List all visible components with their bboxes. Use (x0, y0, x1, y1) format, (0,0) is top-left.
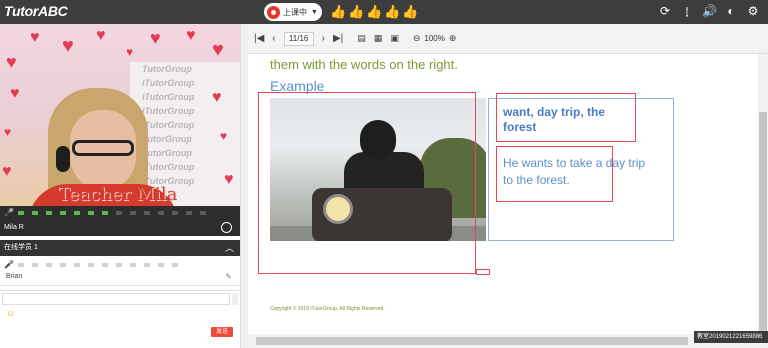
thumbs-up-group: 👍 👍 👍 👍 👍 (330, 4, 418, 19)
slide-canvas[interactable]: them with the words on the right. Exampl… (248, 54, 758, 334)
teacher-name-bar: Mila R (0, 220, 240, 236)
next-page-icon[interactable]: › (322, 33, 325, 44)
teacher-glasses (72, 140, 134, 156)
heart-icon: ♥ (212, 39, 224, 61)
student-name: Brian (6, 273, 23, 280)
heart-icon: ♥ (62, 35, 74, 57)
gear-icon[interactable]: ⚙ (746, 4, 760, 19)
top-right-controls: ⟳ i 🔊 ◐ ⚙ (658, 4, 760, 19)
heart-icon: ♥ (30, 29, 40, 46)
zoom-out-icon[interactable]: ⊖ (413, 33, 421, 44)
heart-icon: ♥ (186, 27, 196, 44)
teacher-headset (56, 146, 70, 172)
document-icon[interactable]: ▤ (357, 33, 366, 44)
thumbs-up-icon[interactable]: 👍 (384, 4, 400, 19)
online-students-header[interactable]: 在线学员 1 ︿ (0, 240, 240, 256)
scrollbar-thumb[interactable] (759, 112, 767, 348)
thumbs-up-icon[interactable]: 👍 (330, 4, 346, 19)
page-indicator[interactable]: 11/16 (283, 31, 314, 46)
classroom-id-watermark: 教室20190212216598​86 (694, 331, 768, 343)
heart-icon: ♥ (212, 89, 222, 106)
chat-scrollbar[interactable] (232, 293, 238, 305)
slide-vertical-scrollbar[interactable] (758, 54, 768, 348)
thumbs-up-icon[interactable]: 👍 (366, 4, 382, 19)
heart-icon: ♥ (2, 163, 12, 180)
student-row: 🎤 Brian ✎ (0, 256, 240, 286)
save-icon[interactable]: ▣ (390, 33, 399, 44)
chat-area: ☺ 发送 (0, 290, 240, 348)
prev-page-icon[interactable]: ‹ (272, 33, 275, 44)
scrollbar-thumb[interactable] (256, 337, 688, 345)
teacher-video: ♥ ♥ ♥ ♥ ♥ ♥ ♥ ♥ ♥ ♥ ♥ TutorGroup iTutorG… (0, 24, 240, 206)
class-status-dropdown[interactable]: 上课中 ▼ (264, 3, 322, 21)
refresh-icon[interactable]: ⟳ (658, 4, 672, 19)
send-button[interactable]: 发送 (211, 327, 233, 337)
microphone-icon: 🎤 (4, 208, 14, 217)
slide-instruction: them with the words on the right. (270, 57, 458, 72)
panel-splitter[interactable] (240, 24, 248, 348)
student-audio-level: 🎤 (4, 260, 186, 270)
notes-icon[interactable]: ▦ (374, 33, 383, 44)
info-icon[interactable]: i (680, 4, 694, 19)
zoom-in-icon[interactable]: ⊕ (449, 33, 457, 44)
annotation-rectangle[interactable] (496, 146, 613, 202)
location-icon[interactable] (221, 222, 232, 233)
speaker-icon[interactable]: 🔊 (702, 4, 717, 19)
heart-icon: ♥ (126, 45, 134, 59)
annotation-rectangle[interactable] (258, 92, 476, 274)
heart-icon: ♥ (96, 27, 106, 44)
headset-icon[interactable]: ◐ (724, 4, 738, 19)
online-students-label: 在线学员 1 (4, 244, 38, 251)
zoom-level: 100% (424, 34, 445, 43)
pencil-icon[interactable]: ✎ (225, 272, 232, 281)
caret-down-icon: ▼ (311, 8, 318, 16)
chevron-up-icon[interactable]: ︿ (225, 240, 234, 256)
annotation-rectangle[interactable] (476, 269, 490, 275)
top-bar: TutorABC 上课中 ▼ 👍 👍 👍 👍 👍 ⟳ i 🔊 ◐ ⚙ (0, 0, 768, 24)
thumbs-up-icon[interactable]: 👍 (348, 4, 364, 19)
chat-input[interactable] (2, 293, 230, 305)
record-icon (267, 5, 280, 19)
annotation-rectangle[interactable] (496, 93, 636, 142)
last-page-icon[interactable]: ▶| (333, 33, 343, 44)
emoji-icon[interactable]: ☺ (6, 308, 15, 318)
teacher-audio-level: 🎤 (0, 206, 240, 220)
app-logo: TutorABC (4, 3, 68, 19)
first-page-icon[interactable]: |◀ (254, 33, 264, 44)
heart-icon: ♥ (6, 52, 17, 72)
slide-horizontal-scrollbar[interactable] (248, 334, 768, 348)
heart-icon: ♥ (150, 28, 161, 48)
document-toolbar: |◀ ‹ 11/16 › ▶| ▤ ▦ ▣ ⊖ 100% ⊕ (248, 24, 768, 54)
microphone-icon: 🎤 (4, 260, 14, 269)
copyright-text: Copyright © 2018 iTutorGroup. All Rights… (270, 306, 385, 312)
teacher-name-overlay: Teacher Mila (58, 184, 178, 205)
heart-icon: ♥ (4, 125, 12, 139)
heart-icon: ♥ (220, 129, 228, 143)
thumbs-up-icon[interactable]: 👍 (402, 4, 418, 19)
class-status-label: 上课中 (283, 7, 307, 17)
teacher-short-name: Mila R (4, 224, 24, 231)
heart-icon: ♥ (10, 85, 20, 102)
heart-icon: ♥ (224, 171, 234, 188)
